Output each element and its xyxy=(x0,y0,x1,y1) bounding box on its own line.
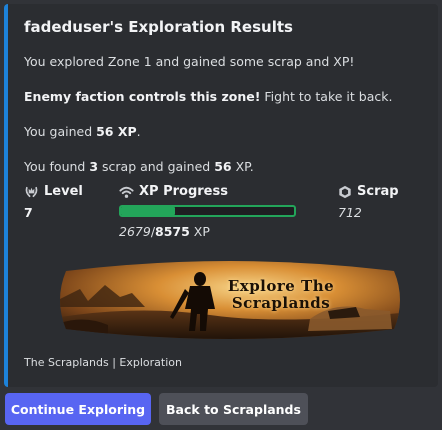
enemy-notice-rest: Fight to take it back. xyxy=(260,89,393,104)
xp-progress-fill xyxy=(121,207,175,215)
back-to-scraplands-button[interactable]: Back to Scraplands xyxy=(159,393,308,425)
scrap-found-p1: You found xyxy=(24,159,90,174)
xp-current: 2679 xyxy=(119,224,151,239)
scrap-found-text: You found 3 scrap and gained 56 XP. xyxy=(24,159,254,174)
xp-total: 8575 xyxy=(155,224,190,239)
xp-unit: XP xyxy=(189,224,210,239)
xp-progress-label: XP Progress xyxy=(139,184,228,199)
scrap-found-count: 3 xyxy=(89,159,99,174)
scrap-found-xp: 56 xyxy=(214,159,232,174)
level-field-name: Level xyxy=(24,184,83,199)
xp-gained-amount: 56 XP xyxy=(96,124,137,139)
scrap-cube-icon xyxy=(338,185,352,199)
banner-caption-line1: Explore The xyxy=(227,277,335,295)
scrap-value: 712 xyxy=(338,205,362,220)
exploration-embed: fadeduser's Exploration Results You expl… xyxy=(4,4,438,387)
xp-progress-value: 2679/8575 XP xyxy=(119,224,210,239)
xp-progress-field-name: XP Progress xyxy=(119,184,228,199)
scrap-label: Scrap xyxy=(357,184,399,199)
scrap-found-p3: XP. xyxy=(231,159,254,174)
scrap-field-name: Scrap xyxy=(338,184,399,199)
xp-gained-prefix: You gained xyxy=(24,124,97,139)
enemy-notice: Enemy faction controls this zone! Fight … xyxy=(24,89,392,104)
enemy-notice-bold: Enemy faction controls this zone! xyxy=(24,89,261,104)
explore-banner-image: Explore The Scraplands xyxy=(60,259,400,341)
xp-progress-bar xyxy=(119,205,296,217)
banner-caption: Explore The Scraplands xyxy=(226,278,336,312)
level-value: 7 xyxy=(24,205,33,220)
xp-gained-text: You gained 56 XP. xyxy=(24,124,141,139)
intro-text: You explored Zone 1 and gained some scra… xyxy=(24,54,355,69)
embed-footer: The Scraplands | Exploration xyxy=(24,356,182,369)
level-label: Level xyxy=(44,184,83,199)
banner-caption-line2: Scraplands xyxy=(231,294,331,312)
embed-title: fadeduser's Exploration Results xyxy=(24,18,293,36)
continue-exploring-button[interactable]: Continue Exploring xyxy=(5,393,151,425)
scrap-found-p2: scrap and gained xyxy=(98,159,215,174)
xp-gained-suffix: . xyxy=(136,124,141,139)
wifi-signal-icon xyxy=(119,185,134,199)
crown-laurel-icon xyxy=(24,184,39,199)
